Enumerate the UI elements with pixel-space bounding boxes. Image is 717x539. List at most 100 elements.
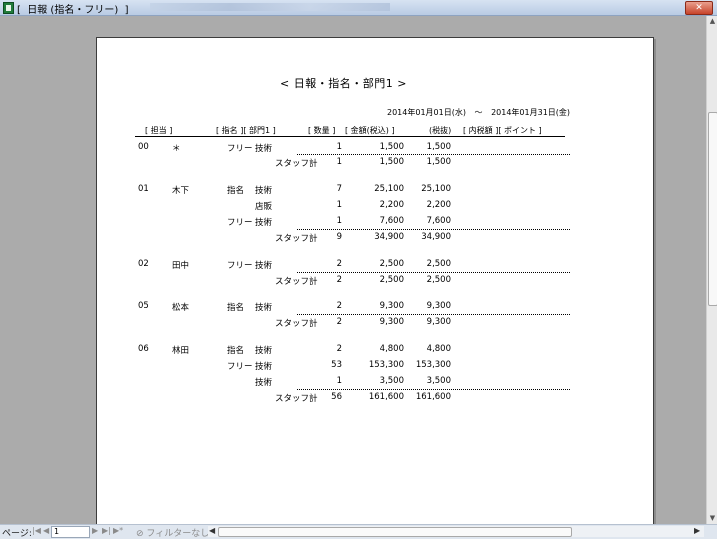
- amount-cell: 7,600: [379, 216, 404, 226]
- window-title: [ 日報 (指名・フリー) ]: [17, 5, 129, 16]
- type-cell: フリー: [227, 362, 253, 372]
- qty-cell: 2: [336, 259, 342, 269]
- net-cell: 34,900: [421, 232, 451, 242]
- qty-cell: 9: [336, 232, 342, 242]
- date-tilde: 〜: [474, 108, 483, 117]
- last-page-icon[interactable]: ▶|: [102, 526, 111, 535]
- qty-cell: 2: [336, 317, 342, 327]
- dept-cell: 技術: [255, 261, 273, 271]
- qty-cell: 1: [336, 157, 342, 167]
- vertical-scroll-thumb[interactable]: [708, 112, 717, 306]
- type-cell: フリー: [227, 261, 253, 271]
- dept-cell: 店販: [255, 202, 273, 212]
- amount-cell: 9,300: [379, 301, 404, 311]
- net-cell: 25,100: [421, 184, 451, 194]
- net-cell: 161,600: [415, 392, 451, 402]
- net-cell: 153,300: [415, 360, 451, 370]
- title-bar-tabs: [150, 3, 390, 11]
- staff-code: 02: [138, 259, 149, 269]
- amount-cell: 1,500: [379, 142, 404, 152]
- status-bar: ページ: |◀ ◀ 1 ▶ ▶| ▶* ⊘ フィルターなし ◀ ▶: [0, 524, 717, 539]
- header-net: (税抜): [429, 126, 452, 135]
- dept-cell: 技術: [255, 346, 273, 356]
- horizontal-scroll-thumb[interactable]: [218, 527, 572, 537]
- amount-cell: 4,800: [379, 344, 404, 354]
- subtotal-divider: [297, 272, 570, 273]
- dept-cell: 技術: [255, 144, 273, 154]
- excel-app-icon: [3, 2, 14, 14]
- report-page: < 日報・指名・部門1 > 2014年01月01日(水) 〜 2014年01月3…: [96, 37, 654, 524]
- qty-cell: 2: [336, 275, 342, 285]
- net-cell: 7,600: [426, 216, 451, 226]
- staff-code: 05: [138, 301, 149, 311]
- staff-name: ＊: [172, 144, 181, 154]
- staff-name: 田中: [172, 261, 190, 271]
- amount-cell: 9,300: [379, 317, 404, 327]
- net-cell: 2,500: [426, 275, 451, 285]
- amount-cell: 153,300: [368, 360, 404, 370]
- amount-cell: 25,100: [374, 184, 404, 194]
- report-viewer: < 日報・指名・部門1 > 2014年01月01日(水) 〜 2014年01月3…: [0, 16, 706, 524]
- vertical-scrollbar[interactable]: ▲ ▼: [706, 16, 717, 524]
- amount-cell: 34,900: [374, 232, 404, 242]
- dept-cell: 技術: [255, 186, 273, 196]
- horizontal-scrollbar[interactable]: ◀ ▶: [208, 526, 704, 537]
- subtotal-divider: [297, 314, 570, 315]
- prev-page-icon[interactable]: ◀: [43, 526, 49, 535]
- subtotal-divider: [297, 154, 570, 155]
- staff-code: 01: [138, 184, 149, 194]
- page-number-input[interactable]: 1: [51, 526, 90, 538]
- page-label: ページ:: [2, 529, 32, 539]
- type-cell: 指名: [227, 346, 245, 356]
- header-qty: [ 数量 ]: [308, 126, 336, 135]
- qty-cell: 56: [331, 392, 342, 402]
- amount-cell: 2,500: [379, 275, 404, 285]
- new-page-icon[interactable]: ▶*: [113, 526, 123, 535]
- qty-cell: 7: [336, 184, 342, 194]
- staff-name: 木下: [172, 186, 190, 196]
- scroll-left-icon[interactable]: ◀: [209, 526, 215, 535]
- window-title-bar: [ 日報 (指名・フリー) ] ✕: [0, 0, 717, 16]
- net-cell: 9,300: [426, 317, 451, 327]
- qty-cell: 2: [336, 344, 342, 354]
- scroll-right-icon[interactable]: ▶: [694, 526, 700, 535]
- staff-code: 06: [138, 344, 149, 354]
- dept-cell: 技術: [255, 362, 273, 372]
- staff-name: 林田: [172, 346, 190, 356]
- net-cell: 2,200: [426, 200, 451, 210]
- net-cell: 1,500: [426, 157, 451, 167]
- date-from: 2014年01月01日(水): [387, 108, 466, 117]
- next-page-icon[interactable]: ▶: [92, 526, 98, 535]
- type-cell: 指名: [227, 186, 245, 196]
- scroll-down-icon[interactable]: ▼: [707, 513, 717, 524]
- first-page-icon[interactable]: |◀: [32, 526, 41, 535]
- amount-cell: 1,500: [379, 157, 404, 167]
- close-window-button[interactable]: ✕: [685, 1, 713, 15]
- subtotal-divider: [297, 389, 570, 390]
- net-cell: 3,500: [426, 376, 451, 386]
- header-staff: [ 担当 ]: [145, 126, 173, 135]
- amount-cell: 3,500: [379, 376, 404, 386]
- dept-cell: 技術: [255, 303, 273, 313]
- scroll-up-icon[interactable]: ▲: [707, 16, 717, 27]
- date-to: 2014年01月31日(金): [491, 108, 571, 117]
- amount-cell: 2,200: [379, 200, 404, 210]
- net-cell: 4,800: [426, 344, 451, 354]
- header-divider: [135, 136, 565, 137]
- header-type-dept: [ 指名 ][ 部門1 ]: [216, 126, 276, 135]
- qty-cell: 1: [336, 200, 342, 210]
- header-amount: [ 金額(税込) ]: [345, 126, 395, 135]
- amount-cell: 2,500: [379, 259, 404, 269]
- net-cell: 2,500: [426, 259, 451, 269]
- type-cell: フリー: [227, 144, 253, 154]
- type-cell: フリー: [227, 218, 253, 228]
- dept-cell: 技術: [255, 218, 273, 228]
- dept-cell: 技術: [255, 378, 273, 388]
- net-cell: 9,300: [426, 301, 451, 311]
- type-cell: 指名: [227, 303, 245, 313]
- staff-name: 松本: [172, 303, 190, 313]
- qty-cell: 53: [331, 360, 342, 370]
- filter-status: ⊘ フィルターなし: [136, 526, 209, 539]
- qty-cell: 1: [336, 142, 342, 152]
- net-cell: 1,500: [426, 142, 451, 152]
